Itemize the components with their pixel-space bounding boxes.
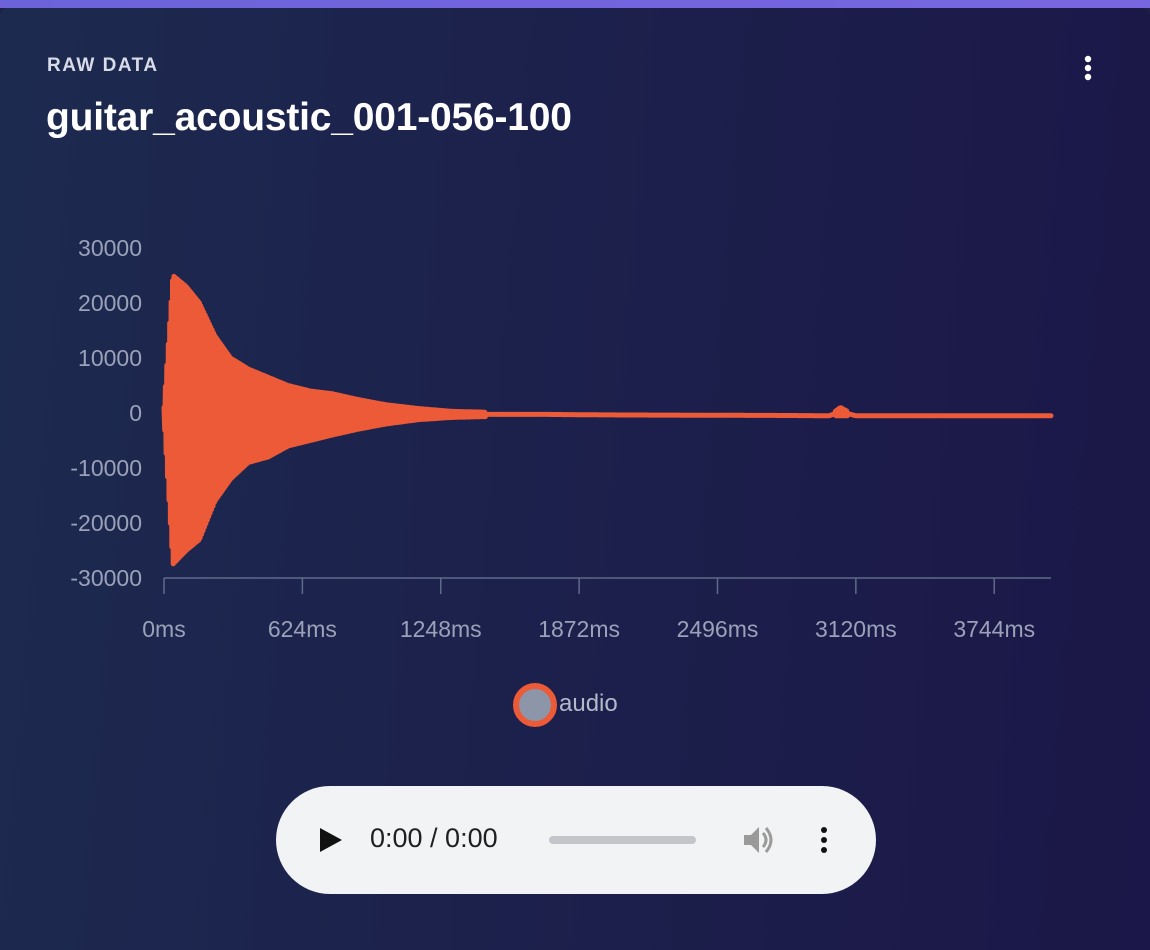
y-tick-label: -20000 [70, 510, 142, 536]
x-axis: 0ms 624ms 1248ms 1872ms 2496ms 3120ms 3744ms [142, 577, 1051, 642]
volume-icon [744, 827, 773, 853]
play-button[interactable] [316, 824, 346, 856]
y-tick-label: -30000 [70, 565, 142, 591]
y-tick-label: 20000 [78, 290, 142, 316]
volume-button[interactable] [740, 822, 778, 858]
y-tick-label: 0 [129, 400, 142, 426]
series-line-audio [161, 273, 1054, 567]
legend-swatch [513, 683, 557, 727]
legend-item-audio[interactable]: audio [513, 682, 618, 728]
x-tick-label: 1248ms [400, 616, 482, 642]
x-tick-label: 624ms [268, 616, 337, 642]
x-tick-label: 3744ms [953, 616, 1035, 642]
play-icon [320, 828, 342, 852]
time-display: 0:00 / 0:00 [370, 823, 498, 853]
more-vertical-icon [821, 827, 827, 853]
seek-bar[interactable] [549, 836, 696, 844]
x-tick-label: 3120ms [815, 616, 897, 642]
legend-label: audio [559, 690, 618, 717]
y-tick-label: -10000 [70, 455, 142, 481]
x-tick-label: 0ms [142, 616, 185, 642]
x-tick-label: 1872ms [538, 616, 620, 642]
y-tick-label: 10000 [78, 345, 142, 371]
x-tick-label: 2496ms [677, 616, 759, 642]
player-menu-button[interactable] [810, 822, 838, 858]
y-axis-labels: 30000 20000 10000 0 -10000 -20000 -30000 [70, 235, 142, 591]
y-tick-label: 30000 [78, 235, 142, 261]
waveform-series [161, 273, 1054, 567]
